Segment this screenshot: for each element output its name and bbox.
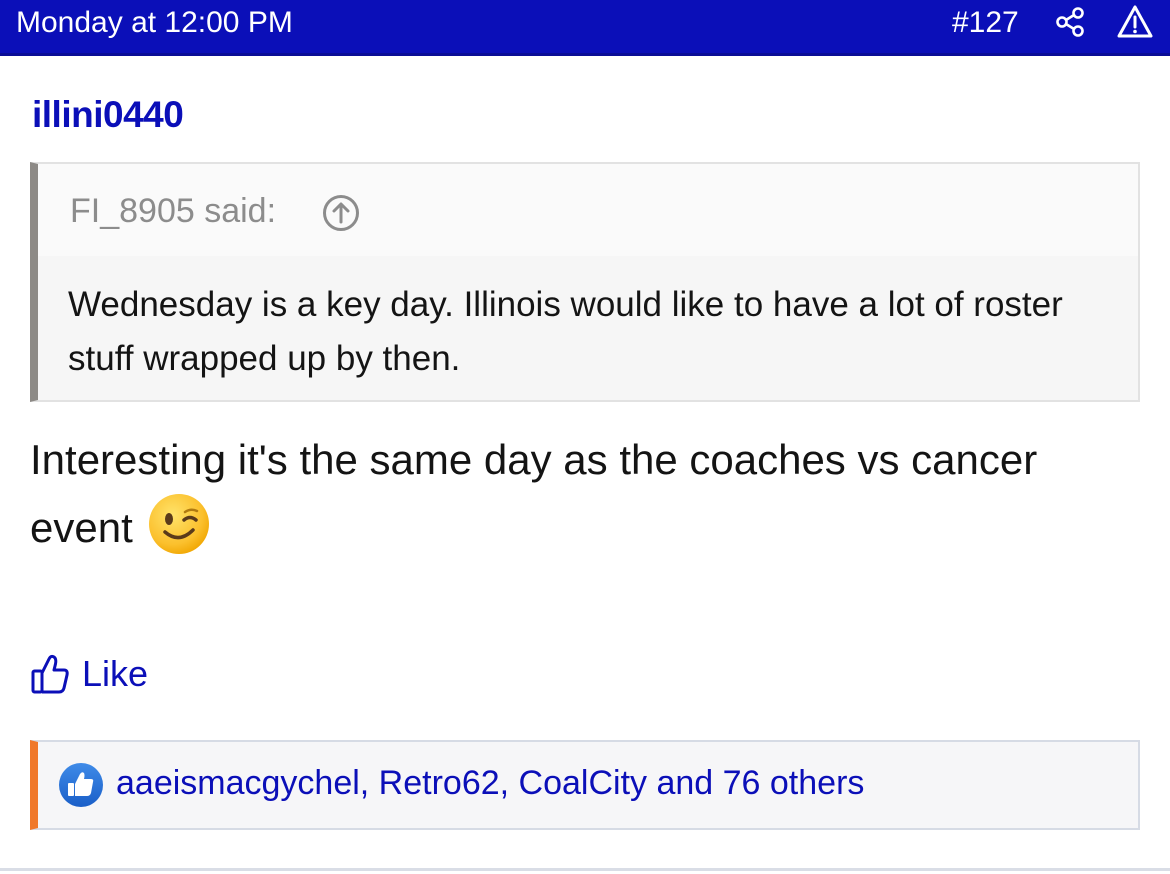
quote-block: FI_8905 said: Wednesday is a key day. Il… [30, 162, 1140, 402]
quote-text: Wednesday is a key day. Illinois would l… [68, 285, 1063, 378]
thumbs-up-icon [31, 654, 69, 694]
post-number[interactable]: #127 [952, 6, 1019, 40]
post-date[interactable]: Monday at 12:00 PM [16, 6, 293, 40]
reactions-users[interactable]: aaeismacgychel, Retro62, CoalCity and 76… [116, 764, 864, 803]
arrow-up-circle-icon[interactable] [322, 194, 360, 232]
winking-face-icon [148, 493, 209, 554]
like-badge-icon [59, 763, 103, 807]
post-author[interactable]: illini0440 [32, 94, 184, 136]
post-divider [0, 868, 1170, 871]
quote-attribution: FI_8905 said: [70, 192, 277, 230]
like-label: Like [82, 653, 149, 694]
warning-icon[interactable] [1116, 4, 1154, 40]
like-button[interactable]: Like [30, 646, 148, 702]
quote-header: FI_8905 said: [38, 164, 1138, 256]
post-message: Interesting it's the same day as the coa… [30, 426, 1140, 562]
share-icon[interactable] [1054, 6, 1086, 38]
post-header-bar: Monday at 12:00 PM #127 [0, 0, 1170, 56]
reactions-bar: aaeismacgychel, Retro62, CoalCity and 76… [30, 740, 1140, 830]
